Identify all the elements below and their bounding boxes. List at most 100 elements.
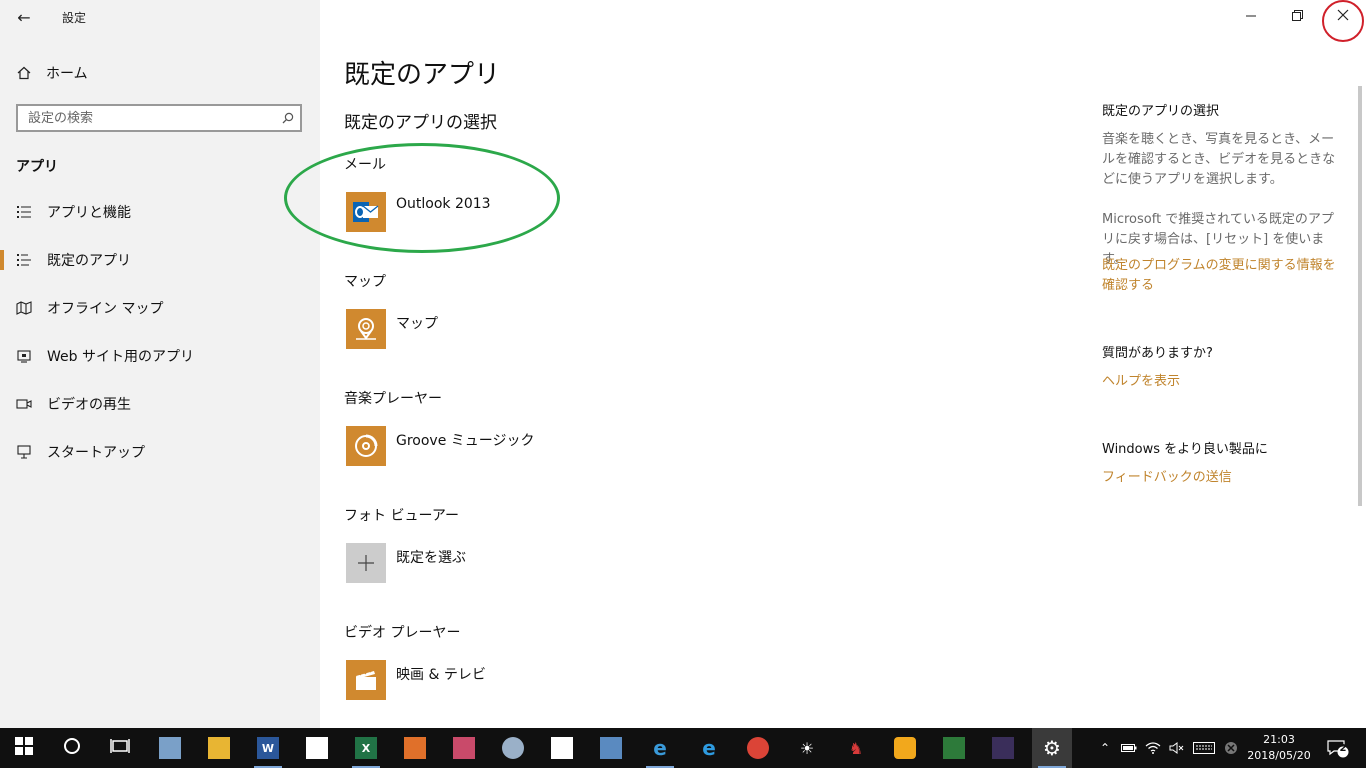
search-box[interactable]: [16, 104, 302, 132]
back-arrow-icon: ←: [17, 7, 31, 27]
restore-icon: [1291, 7, 1303, 25]
gear-icon: ⚙: [1043, 736, 1061, 760]
show-hidden-icons-button[interactable]: ⌃: [1094, 728, 1116, 768]
edge-button[interactable]: e: [640, 728, 680, 768]
sidebar-item-default-apps[interactable]: 既定のアプリ: [0, 240, 320, 280]
sticky-notes-icon: [551, 737, 573, 759]
yellow-app-button[interactable]: [885, 728, 925, 768]
internet-explorer-button[interactable]: e: [689, 728, 729, 768]
purple-app-button[interactable]: [983, 728, 1023, 768]
category-label-video-player: ビデオ プレーヤー: [344, 625, 461, 641]
sidebar-item-label: オフライン マップ: [47, 301, 164, 317]
page-title: 既定のアプリ: [344, 60, 501, 90]
sidebar-item-label: アプリと機能: [47, 205, 131, 221]
clock[interactable]: 21:03 2018/05/20: [1240, 732, 1318, 764]
restore-button[interactable]: [1274, 0, 1320, 32]
volume-muted-icon[interactable]: [1166, 728, 1188, 768]
sidebar-home[interactable]: ホーム: [16, 62, 88, 84]
palette-button[interactable]: [493, 728, 533, 768]
palette-icon: [502, 737, 524, 759]
category-label-photo-viewer: フォト ビューアー: [344, 508, 460, 524]
offline-map-icon: [16, 301, 32, 315]
remote-desktop-button[interactable]: [591, 728, 631, 768]
default-app-video-button[interactable]: 映画 & テレビ: [346, 660, 486, 700]
category-label-maps: マップ: [344, 274, 386, 290]
minimize-button[interactable]: [1228, 0, 1274, 32]
default-app-mail-button[interactable]: Outlook 2013: [346, 192, 491, 232]
word-button[interactable]: W: [248, 728, 288, 768]
maps-icon: [346, 309, 386, 349]
lightbulb-icon: ☀: [799, 738, 815, 758]
default-app-maps-button[interactable]: マップ: [346, 309, 438, 349]
taskbar-app[interactable]: [150, 728, 190, 768]
sidebar-item-label: Web サイト用のアプリ: [47, 349, 194, 365]
sidebar-item-offline-maps[interactable]: オフライン マップ: [0, 288, 320, 328]
horse-icon: ♞: [848, 738, 864, 758]
tips-button[interactable]: ☀: [787, 728, 827, 768]
action-center-button[interactable]: 2: [1320, 728, 1356, 768]
sidebar-item-startup[interactable]: スタートアップ: [0, 432, 320, 472]
word-icon: W: [257, 737, 279, 759]
app-title: 設定: [62, 11, 87, 25]
groove-icon: [346, 426, 386, 466]
chrome-button[interactable]: [738, 728, 778, 768]
sidebar-item-video-playback[interactable]: ビデオの再生: [0, 384, 320, 424]
green-app-button[interactable]: [934, 728, 974, 768]
default-app-music-button[interactable]: Groove ミュージック: [346, 426, 535, 466]
sticky-notes-button[interactable]: [542, 728, 582, 768]
movies-icon: [346, 660, 386, 700]
home-icon: [16, 66, 32, 80]
paint-button[interactable]: [444, 728, 484, 768]
chevron-up-icon: ⌃: [1099, 741, 1111, 755]
search-input[interactable]: [18, 109, 276, 127]
feedback-link[interactable]: フィードバックの送信: [1102, 468, 1342, 488]
sidebar-item-website-apps[interactable]: Web サイト用のアプリ: [0, 336, 320, 376]
store-button[interactable]: [297, 728, 337, 768]
battery-icon[interactable]: [1118, 728, 1140, 768]
app-icon: [159, 737, 181, 759]
video-icon: [16, 398, 32, 410]
startup-icon: [16, 445, 32, 459]
feedback-title: Windows をより良い製品に: [1102, 442, 1268, 457]
excel-button[interactable]: X: [346, 728, 386, 768]
ie-icon: e: [702, 736, 716, 760]
app-name: Groove ミュージック: [396, 433, 535, 449]
app-icon: [992, 737, 1014, 759]
edge-icon: e: [653, 736, 667, 760]
section-title: アプリ: [16, 159, 58, 175]
start-button[interactable]: [4, 728, 44, 768]
folder-icon: [208, 737, 230, 759]
keyboard-icon[interactable]: [1190, 728, 1218, 768]
sidebar-item-label: ビデオの再生: [47, 397, 131, 413]
search-icon[interactable]: [276, 112, 300, 124]
settings-button[interactable]: ⚙: [1032, 728, 1072, 768]
store-icon: [306, 737, 328, 759]
chrome-icon: [747, 737, 769, 759]
wifi-icon[interactable]: [1142, 728, 1164, 768]
scrollbar[interactable]: [1358, 86, 1362, 506]
back-button[interactable]: ←: [8, 4, 40, 30]
list-icon: [16, 205, 32, 219]
app-icon: [943, 737, 965, 759]
page-subtitle: 既定のアプリの選択: [344, 113, 497, 133]
ime-off-icon[interactable]: [1220, 728, 1242, 768]
help-link[interactable]: ヘルプを表示: [1102, 372, 1342, 392]
clock-time: 21:03: [1263, 733, 1295, 746]
home-label: ホーム: [46, 66, 88, 82]
description-text: 音楽を聴くとき、写真を見るとき、メールを確認するとき、ビデオを見るときなどに使う…: [1102, 132, 1336, 187]
close-button[interactable]: [1320, 0, 1366, 32]
horse-app-button[interactable]: ♞: [836, 728, 876, 768]
default-apps-icon: [16, 253, 32, 267]
default-programs-info-link[interactable]: 既定のプログラムの変更に関する情報を確認する: [1102, 256, 1342, 296]
notification-count-badge: 2: [1339, 743, 1347, 754]
toolbox-button[interactable]: [395, 728, 435, 768]
sidebar-item-apps-features[interactable]: アプリと機能: [0, 192, 320, 232]
default-app-photo-button[interactable]: 既定を選ぶ: [346, 543, 466, 583]
windows-logo-icon: [15, 737, 33, 759]
paint-icon: [453, 737, 475, 759]
file-explorer-button[interactable]: [199, 728, 239, 768]
task-view-button[interactable]: [100, 728, 140, 768]
related-settings-title: 既定のアプリの選択: [1102, 104, 1220, 119]
search-button[interactable]: [52, 728, 92, 768]
task-view-icon: [110, 738, 130, 758]
